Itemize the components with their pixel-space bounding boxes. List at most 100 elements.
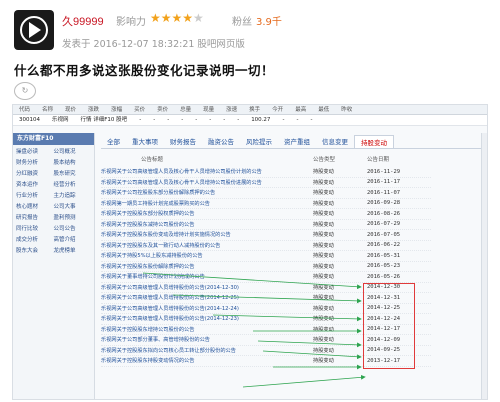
tab-5[interactable]: 资产重组 [278,135,316,148]
influence-label: 影响力 [116,17,146,28]
quote-header-cell: 涨跌 [88,107,100,113]
column-type: 公告类型 [313,157,336,163]
post-title: 什么都不用多说这张股份变化记录说明一切！ [14,63,275,78]
f10-nav-item[interactable]: 同行比较 [16,225,54,233]
f10-nav-title: 东方财富F10 [13,133,94,145]
announcement-date: 2016-07-05 [367,231,401,238]
announcement-title-link[interactable]: 乐视网关于控股股东部分股权质押的公告 [101,210,313,217]
highlight-box [363,283,415,369]
quote-cell: 100.27 [251,117,271,123]
announcement-date: 2016-11-07 [367,189,401,196]
announcement-row: 乐视网关于公司高级管理人员及核心骨干人员增持公司股份计划的公告 持股变动 2016-… [101,167,431,178]
quote-cell: - [223,117,226,123]
author-username[interactable]: 久99999 [62,13,104,29]
quote-cell: - [296,117,299,123]
tab-7[interactable]: 持股变动 [354,135,394,148]
f10-nav-item[interactable]: 资本运作 [16,181,54,189]
loading-icon: ↻ [14,82,36,100]
announcement-date: 2016-11-17 [367,179,401,186]
f10-nav-item[interactable]: 股东研究 [54,170,92,178]
f10-nav-item[interactable]: 成交分析 [16,236,54,244]
announcement-row: 乐视网关于控股股东及其一致行动人减持股份的公告 持股变动 2016-06-22 [101,241,431,251]
quote-header-cell: 现价 [65,107,77,113]
column-title: 公告标题 [141,157,164,163]
announcement-title-link[interactable]: 乐视网关于控股股东减持公司股份的公告 [101,221,313,228]
tab-0[interactable]: 全部 [101,135,126,148]
f10-nav-item[interactable]: 操盘必读 [16,148,54,156]
tab-3[interactable]: 融资公告 [202,135,240,148]
quote-header-cell: 买价 [134,107,146,113]
quote-header-cell: 昨收 [341,107,353,113]
announcement-title-link[interactable]: 乐视网关于公司高级管理人员及核心骨干人员增持公司股份计划的公告 [101,168,313,175]
quote-cell: - [195,117,198,123]
quote-header-cell: 卖价 [157,107,169,113]
announcement-title-link[interactable]: 乐视网关于公司高级管理人员增持股份的公告(2014-12-30) [101,284,313,291]
announcement-title-link[interactable]: 乐视网关于公司高级管理人员增持股份的公告(2014-12-24) [101,305,313,312]
announcement-tabs: 全部 重大事项 财务报告 融资公告 风险提示 资产重组 信息变更 持股变动 [101,135,485,149]
announcement-title-link[interactable]: 乐视网关于公司控股股东部分股份解除质押的公告 [101,189,313,196]
f10-nav-item[interactable]: 龙虎榜单 [54,247,92,255]
f10-nav-item[interactable]: 股东大会 [16,247,54,255]
announcement-title-link[interactable]: 乐视网关于控股股东及其一致行动人减持股份的公告 [101,242,313,249]
tab-2[interactable]: 财务报告 [164,135,202,148]
announcement-title-link[interactable]: 乐视网关于公司高级管理人员及核心骨干人员增持公司股份进展的公告 [101,179,313,186]
f10-nav-item[interactable]: 行业分析 [16,192,54,200]
announcement-title-link[interactable]: 乐视网关于控股股东持股变动情况的公告 [101,357,313,364]
quote-header-cell: 名称 [42,107,54,113]
quote-cell: - [139,117,142,123]
tab-6[interactable]: 信息变更 [316,135,354,148]
quote-row[interactable]: 300104 乐视网 行情 详细F10 股吧 - - - - - - - - 100.27 - - - [13,115,487,126]
f10-nav-item[interactable]: 高管介绍 [54,236,92,244]
announcement-title-link[interactable]: 乐视网关于控股股东股份解除质押的公告 [101,263,313,270]
quote-cell: - [237,117,240,123]
f10-nav-item[interactable]: 经营分析 [54,181,92,189]
star-icons-filled: ★★★★ [150,11,194,25]
announcement-date: 2016-05-23 [367,263,401,270]
announcement-title-link[interactable]: 乐视网关于公司高级管理人员增持股份的公告(2014-12-25) [101,294,313,301]
announcement-title-link[interactable]: 乐视网关于控股股东股份变动及增持计划实施情况的公告 [101,231,313,238]
f10-nav-item[interactable]: 公司大事 [54,203,92,211]
f10-nav-item[interactable]: 研究报告 [16,214,54,222]
announcement-type: 持股变动 [313,200,334,207]
f10-nav-item[interactable]: 分红融资 [16,170,54,178]
f10-nav-item[interactable]: 财务分析 [16,159,54,167]
announcement-row: 乐视网关于公司控股股东部分股份解除质押的公告 持股变动 2016-11-07 [101,188,431,199]
announcement-type: 持股变动 [313,316,334,323]
f10-nav-item[interactable]: 公司公告 [54,225,92,233]
f10-nav-item[interactable]: 股本结构 [54,159,92,167]
post-meta: 发表于 2016-12-07 18:32:21 股吧网页版 [62,39,245,50]
announcement-title-link[interactable]: 乐视网关于董事增持公司股份计划完成的公告 [101,273,313,280]
scrollbar[interactable] [481,133,487,399]
announcement-date: 2016-08-26 [367,210,401,217]
announcement-title-link[interactable]: 乐视网第一期员工持股计划完成股票购买的公告 [101,200,313,207]
announcement-type: 持股变动 [313,232,334,239]
announcement-row: 乐视网关于持股5%以上股东减持股份的公告 持股变动 2016-05-31 [101,251,431,262]
announcement-type: 持股变动 [313,221,334,228]
announcement-title-link[interactable]: 乐视网关于持股5%以上股东减持股份的公告 [101,252,313,259]
quote-cell: - [282,117,285,123]
tab-4[interactable]: 风险提示 [240,135,278,148]
f10-nav-item[interactable]: 公司概况 [54,148,92,156]
f10-nav-item[interactable]: 盈利预测 [54,214,92,222]
announcement-date: 2016-05-26 [367,273,401,280]
f10-nav-item[interactable]: 核心题材 [16,203,54,211]
quote-header-cell: 最高 [295,107,307,113]
announcement-title-link[interactable]: 乐视网关于控股股东增持公司股份的公告 [101,326,313,333]
quote-header: 代码 名称 现价 涨跌 涨幅 买价 卖价 总量 现量 涨速 换手 今开 最高 最低 昨收 [13,105,487,115]
announcement-type: 持股变动 [313,242,334,249]
announcement-title-link[interactable]: 乐视网关于公司高级管理人员增持股份的公告(2014-12-23) [101,315,313,322]
announcement-date: 2016-05-31 [367,252,401,259]
announcement-date: 2016-09-28 [367,200,401,207]
announcement-row: 乐视网关于控股股东部分股权质押的公告 持股变动 2016-08-26 [101,209,431,220]
announcement-row: 乐视网关于控股股东股份变动及增持计划实施情况的公告 持股变动 2016-07-05 [101,230,431,241]
f10-nav-item[interactable]: 主力追踪 [54,192,92,200]
author-avatar[interactable] [14,10,54,50]
announcement-type: 持股变动 [313,263,334,270]
tab-1[interactable]: 重大事项 [126,135,164,148]
announcement-title-link[interactable]: 乐视网关于公司部分董事、高管增持股份的公告 [101,336,313,343]
announcement-title-link[interactable]: 乐视网关于控股股东拟向公司核心员工转让部分股份的公告 [101,347,313,354]
announcement-type: 持股变动 [313,295,334,302]
announcement-row: 乐视网第一期员工持股计划完成股票购买的公告 持股变动 2016-09-28 [101,199,431,209]
star-icon-empty: ★ [193,11,204,25]
quote-cell: - [153,117,156,123]
